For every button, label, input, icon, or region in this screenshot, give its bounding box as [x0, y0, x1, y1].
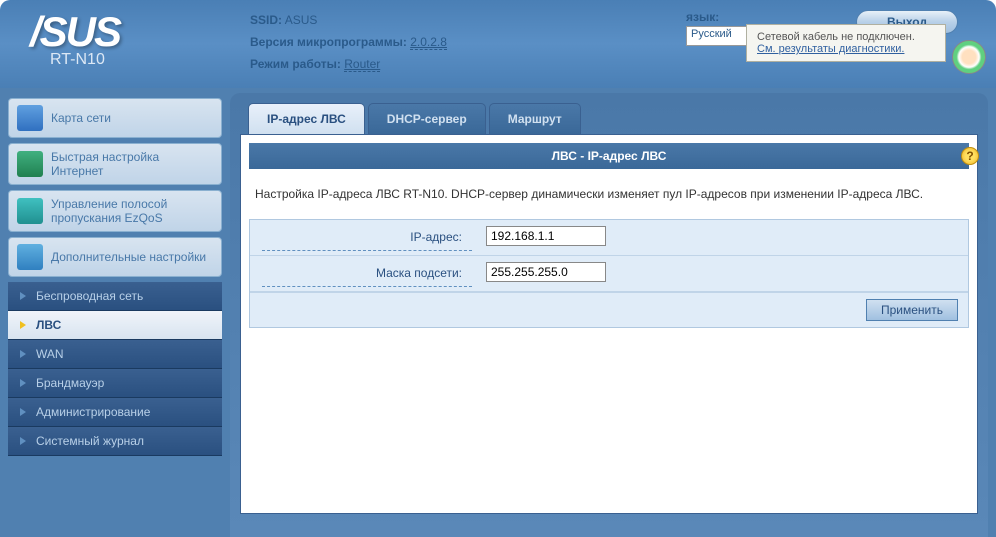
help-icon[interactable]: ? — [961, 147, 979, 165]
subnav-admin[interactable]: Администрирование — [8, 398, 222, 427]
lang-label: язык: — [686, 10, 836, 24]
ip-input[interactable] — [486, 226, 606, 246]
nav-label: Дополнительные настройки — [51, 250, 206, 264]
tabs: IP-адрес ЛВС DHCP-сервер Маршрут — [230, 93, 988, 134]
form-table: IP-адрес: Маска подсети: Применить — [249, 219, 969, 328]
nav-label: Быстрая настройка Интернет — [51, 150, 213, 178]
sidebar: Карта сети Быстрая настройка Интернет Уп… — [0, 88, 230, 537]
cable-tooltip: Сетевой кабель не подключен. См. результ… — [746, 24, 946, 62]
tooltip-text: Сетевой кабель не подключен. — [757, 31, 915, 43]
model-name: RT-N10 — [50, 51, 230, 69]
nav-label: Карта сети — [51, 111, 111, 125]
main-area: IP-адрес ЛВС DHCP-сервер Маршрут ЛВС - I… — [230, 93, 988, 537]
tab-route[interactable]: Маршрут — [489, 103, 581, 134]
content-panel: ЛВС - IP-адрес ЛВС ? Настройка IP-адреса… — [240, 134, 978, 514]
tooltip-link[interactable]: См. результаты диагностики. — [757, 43, 904, 55]
nav-advanced[interactable]: Дополнительные настройки — [8, 237, 222, 277]
logo-area: /SUS RT-N10 — [0, 0, 230, 88]
row-mask: Маска подсети: — [250, 256, 968, 292]
tools-icon — [17, 244, 43, 270]
header: /SUS RT-N10 SSID: ASUS Версия микропрогр… — [0, 0, 996, 88]
nav-network-map[interactable]: Карта сети — [8, 98, 222, 138]
row-ip: IP-адрес: — [250, 220, 968, 256]
nav-ezqos[interactable]: Управление полосой пропускания EzQoS — [8, 190, 222, 232]
subnav-wireless[interactable]: Беспроводная сеть — [8, 282, 222, 311]
panel-title: ЛВС - IP-адрес ЛВС — [249, 143, 969, 169]
qos-icon — [17, 198, 43, 224]
mode-link[interactable]: Router — [344, 57, 380, 72]
subnav-lan[interactable]: ЛВС — [8, 311, 222, 340]
fw-label: Версия микропрограммы: — [250, 35, 407, 49]
info-area: SSID: ASUS Версия микропрограммы: 2.0.2.… — [230, 0, 686, 88]
map-icon — [17, 105, 43, 131]
fw-link[interactable]: 2.0.2.8 — [410, 35, 447, 50]
ssid-value: ASUS — [285, 13, 318, 27]
ip-label: IP-адрес: — [262, 224, 472, 251]
brand-logo: /SUS — [30, 8, 230, 56]
panel-description: Настройка IP-адреса ЛВС RT-N10. DHCP-сер… — [241, 177, 977, 211]
ssid-label: SSID: — [250, 13, 282, 27]
subnav-syslog[interactable]: Системный журнал — [8, 427, 222, 456]
tab-lan-ip[interactable]: IP-адрес ЛВС — [248, 103, 365, 134]
wizard-icon — [17, 151, 43, 177]
sub-nav: Беспроводная сеть ЛВС WAN Брандмауэр Адм… — [8, 282, 222, 456]
subnav-wan[interactable]: WAN — [8, 340, 222, 369]
tab-dhcp[interactable]: DHCP-сервер — [368, 103, 486, 134]
mask-label: Маска подсети: — [262, 260, 472, 287]
apply-button[interactable]: Применить — [866, 299, 958, 321]
nav-label: Управление полосой пропускания EzQoS — [51, 197, 213, 225]
mode-label: Режим работы: — [250, 57, 341, 71]
apply-row: Применить — [250, 292, 968, 327]
subnav-firewall[interactable]: Брандмауэр — [8, 369, 222, 398]
nav-quick-setup[interactable]: Быстрая настройка Интернет — [8, 143, 222, 185]
body: Карта сети Быстрая настройка Интернет Уп… — [0, 88, 996, 537]
mask-input[interactable] — [486, 262, 606, 282]
doctor-icon[interactable] — [952, 40, 986, 74]
